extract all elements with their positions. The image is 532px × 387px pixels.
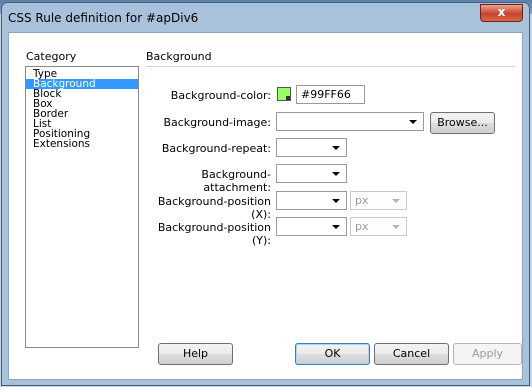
dialog-title: CSS Rule definition for #apDiv6	[8, 11, 199, 25]
cancel-button[interactable]: Cancel	[374, 343, 449, 365]
chevron-down-icon	[332, 225, 340, 229]
category-list[interactable]: Type Background Block Box Border List Po…	[25, 66, 139, 348]
dialog-titlebar[interactable]: CSS Rule definition for #apDiv6 x	[2, 3, 529, 31]
background-position-y-select[interactable]	[276, 217, 347, 236]
background-image-label: Background-image:	[163, 116, 271, 129]
chevron-down-icon	[392, 199, 400, 203]
background-attachment-label: Background-attachment:	[201, 168, 271, 194]
background-attachment-select[interactable]	[276, 164, 347, 183]
close-button[interactable]: x	[480, 4, 523, 22]
panel-header: Background	[146, 50, 212, 63]
background-position-x-label: Background-position (X):	[157, 195, 271, 221]
close-icon: x	[497, 5, 506, 19]
apply-button[interactable]: Apply	[453, 343, 522, 365]
ok-button[interactable]: OK	[295, 343, 370, 365]
category-header: Category	[26, 50, 77, 63]
unit-value: px	[355, 220, 369, 233]
browse-button[interactable]: Browse...	[430, 112, 495, 134]
background-repeat-select[interactable]	[276, 138, 347, 157]
chevron-down-icon	[332, 199, 340, 203]
chevron-down-icon	[332, 172, 340, 176]
help-button[interactable]: Help	[158, 343, 233, 365]
background-position-y-label: Background-position (Y):	[157, 221, 271, 247]
background-color-label: Background-color:	[170, 89, 271, 102]
color-picker-dropdown-icon	[286, 96, 290, 100]
unit-value: px	[355, 194, 369, 207]
background-position-y-unit-select[interactable]: px	[350, 217, 407, 236]
background-repeat-label: Background-repeat:	[161, 142, 271, 155]
background-position-x-select[interactable]	[276, 191, 347, 210]
chevron-down-icon	[409, 120, 417, 124]
chevron-down-icon	[332, 146, 340, 150]
background-color-input[interactable]: #99FF66	[296, 85, 365, 104]
category-item-extensions[interactable]: Extensions	[26, 139, 138, 150]
color-picker-button[interactable]	[277, 87, 291, 101]
background-position-x-unit-select[interactable]: px	[350, 191, 407, 210]
panel-divider	[146, 66, 515, 67]
background-image-input[interactable]	[276, 112, 424, 131]
chevron-down-icon	[392, 225, 400, 229]
